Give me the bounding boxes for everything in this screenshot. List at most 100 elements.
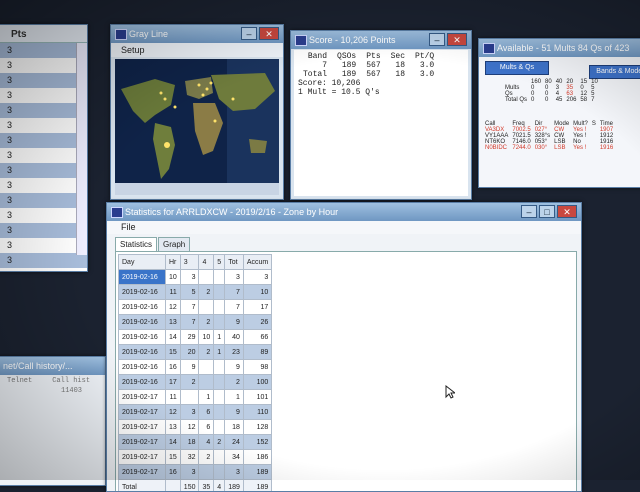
band-cell: 0 [529, 97, 543, 103]
points-column-header[interactable]: Pts [0, 25, 87, 43]
tab-graph[interactable]: Graph [158, 237, 190, 251]
score-row: Total 189 567 18 3.0 [298, 70, 439, 79]
score-cell: 567 [361, 61, 385, 70]
bands-modes-button[interactable]: Bands & Modes [589, 65, 640, 79]
mults-qs-button[interactable]: Mults & Qs [485, 61, 549, 75]
table-row[interactable]: 2019-02-1712369110 [119, 405, 272, 420]
score-cell: 189 [332, 70, 361, 79]
table-row[interactable]: 2019-02-16127717 [119, 300, 272, 315]
list-item[interactable]: 3 [0, 238, 87, 253]
table-cell: 101 [243, 390, 271, 405]
list-item[interactable]: 3 [0, 118, 87, 133]
band-row-label: Total Qs [503, 97, 529, 103]
column-header[interactable]: Day [119, 255, 166, 270]
spot-freq: 7244.0 [510, 145, 532, 151]
list-item[interactable]: 3 [0, 208, 87, 223]
table-cell: 1 [214, 330, 225, 345]
table-cell: 29 [180, 330, 199, 345]
table-cell [214, 390, 225, 405]
table-cell: 3 [180, 465, 199, 480]
table-cell: 2 [214, 435, 225, 450]
column-header[interactable]: 4 [199, 255, 214, 270]
list-item[interactable]: 3 [0, 103, 87, 118]
mult-value-line: 1 Mult = 10.5 Q's [298, 88, 464, 97]
table-cell [214, 315, 225, 330]
close-icon[interactable]: ✕ [259, 27, 279, 40]
list-item[interactable]: 3 [0, 178, 87, 193]
list-item[interactable]: 3 [0, 43, 87, 58]
table-row[interactable]: 2019-02-171532234186 [119, 450, 272, 465]
list-item[interactable]: 3 [0, 253, 87, 268]
close-icon[interactable]: ✕ [447, 33, 467, 46]
table-cell [214, 270, 225, 285]
list-item[interactable]: 3 [0, 193, 87, 208]
column-header[interactable]: Tot [225, 255, 244, 270]
score-header-row: Band QSOs Pts Sec Pt/Q [298, 52, 439, 61]
list-item[interactable]: 3 [0, 58, 87, 73]
list-item[interactable]: 3 [0, 163, 87, 178]
table-row[interactable]: 2019-02-171111101 [119, 390, 272, 405]
table-cell: 9 [180, 360, 199, 375]
list-item[interactable]: 3 [0, 133, 87, 148]
score-header-cell: Pts [361, 52, 385, 61]
minimize-icon[interactable]: – [429, 33, 445, 46]
available-titlebar[interactable]: Available - 51 Mults 84 Qs of 423 [479, 39, 640, 57]
table-cell: 152 [243, 435, 271, 450]
table-cell: 9 [225, 315, 244, 330]
column-header[interactable]: Hr [166, 255, 181, 270]
score-total-line: Score: 10,206 [298, 79, 464, 88]
list-item[interactable]: 3 [0, 148, 87, 163]
table-row[interactable]: 2019-02-161722100 [119, 375, 272, 390]
table-cell: 20 [180, 345, 199, 360]
score-header-cell: Pt/Q [410, 52, 439, 61]
statistics-titlebar[interactable]: Statistics for ARRLDXCW - 2019/2/16 - Zo… [107, 203, 581, 221]
gray-line-window: Gray Line – ✕ Setup [110, 24, 284, 200]
table-row[interactable]: 2019-02-171633189 [119, 465, 272, 480]
table-cell: 14 [166, 330, 181, 345]
vertical-scrollbar[interactable] [76, 43, 87, 255]
list-item[interactable]: 3 [0, 88, 87, 103]
spot-row[interactable]: N0BIDC 7244.0 030° LSB Yes ! 1916 [483, 145, 615, 151]
minimize-icon[interactable]: – [521, 205, 537, 218]
table-row[interactable]: 2019-02-16169998 [119, 360, 272, 375]
close-icon[interactable]: ✕ [557, 205, 577, 218]
table-cell: 32 [180, 450, 199, 465]
list-item[interactable]: 3 [0, 73, 87, 88]
minimize-icon[interactable]: – [241, 27, 257, 40]
table-cell: 10 [166, 270, 181, 285]
column-header[interactable]: 3 [180, 255, 199, 270]
total-cell: 189 [243, 480, 271, 492]
tab-statistics[interactable]: Statistics [115, 237, 157, 251]
gray-line-titlebar[interactable]: Gray Line – ✕ [111, 25, 283, 43]
spot-call: N0BIDC [483, 145, 510, 151]
table-row[interactable]: 2019-02-161152710 [119, 285, 272, 300]
telnet-titlebar[interactable]: net/Call history/... [0, 357, 105, 375]
gray-line-menu-setup[interactable]: Setup [111, 43, 283, 57]
table-cell: 7 [225, 285, 244, 300]
table-cell: 3 [180, 270, 199, 285]
table-cell: 2 [225, 375, 244, 390]
statistics-menu-file[interactable]: File [107, 221, 581, 234]
table-row[interactable]: 2019-02-161372926 [119, 315, 272, 330]
table-cell: 7 [180, 315, 199, 330]
score-row: 7 189 567 18 3.0 [298, 61, 439, 70]
maximize-icon[interactable]: □ [539, 205, 555, 218]
table-cell: 2019-02-16 [119, 315, 166, 330]
table-cell: 6 [199, 405, 214, 420]
callhist-value: 11403 [0, 387, 105, 395]
score-body: Band QSOs Pts Sec Pt/Q 7 189 567 18 3.0 … [294, 50, 468, 196]
table-row[interactable]: 2019-02-161520212389 [119, 345, 272, 360]
column-header[interactable]: 5 [214, 255, 225, 270]
table-row[interactable]: 2019-02-1610333 [119, 270, 272, 285]
total-cell [166, 480, 181, 492]
column-header[interactable]: Accum [243, 255, 271, 270]
total-row: Total150354189189 [119, 480, 272, 492]
table-row[interactable]: 2019-02-171312618128 [119, 420, 272, 435]
table-cell: 26 [243, 315, 271, 330]
score-titlebar[interactable]: Score - 10,206 Points – ✕ [291, 31, 471, 49]
total-cell: 150 [180, 480, 199, 492]
table-row[interactable]: 2019-02-1614291014066 [119, 330, 272, 345]
table-cell: 3 [243, 270, 271, 285]
table-row[interactable]: 2019-02-1714184224152 [119, 435, 272, 450]
list-item[interactable]: 3 [0, 223, 87, 238]
